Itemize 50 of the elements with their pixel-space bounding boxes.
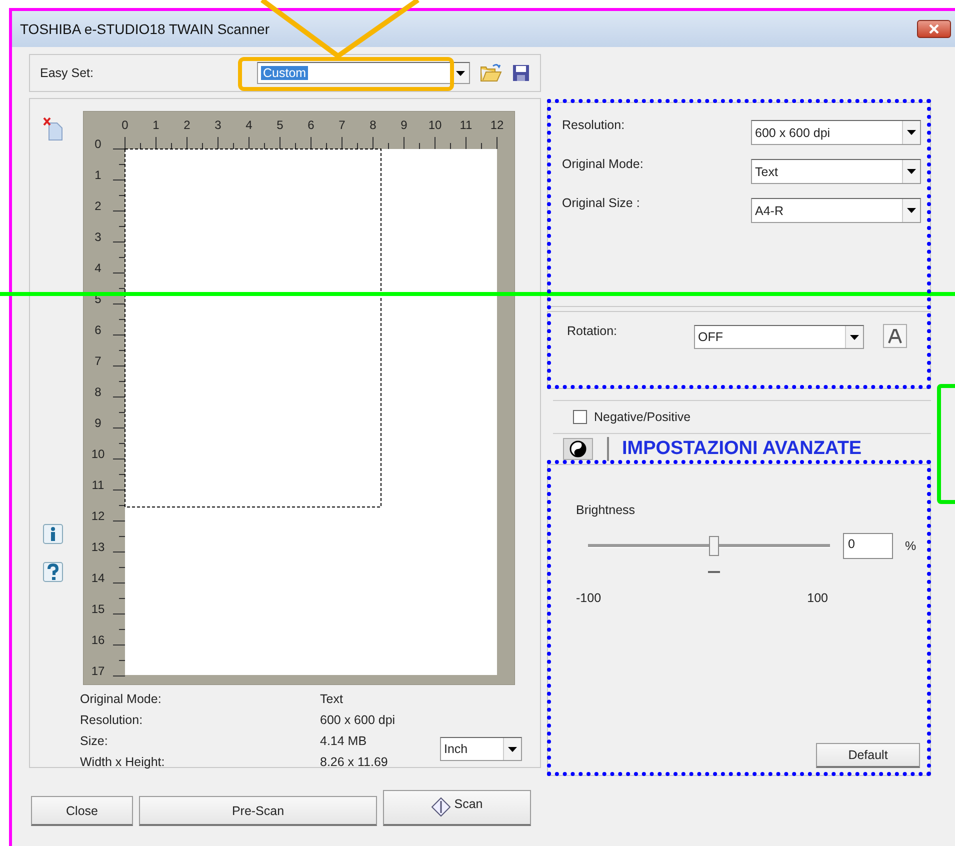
slider-min: -100 [576,591,602,605]
setting-label: Resolution: [562,118,625,132]
dialog-button[interactable]: Pre-Scan [139,796,377,826]
setting-dropdown[interactable]: Text [751,159,921,184]
dialog-button[interactable]: Close [31,796,133,826]
checkbox-label: Negative/Positive [594,410,691,424]
dropdown-arrow-icon [907,130,916,135]
font-button[interactable] [883,324,908,348]
dropdown-arrow-icon [850,334,860,340]
brightness-field[interactable]: 0 [843,533,893,559]
rotation-dropdown[interactable]: OFF [694,325,864,349]
setting-label: Original Size : [562,196,640,210]
easy-set-label: Easy Set: [40,66,94,80]
delete-page-icon[interactable] [42,117,64,141]
setting-dropdown[interactable]: 600 x 600 dpi [751,120,921,145]
save-icon[interactable] [512,64,530,82]
dropdown-arrow-icon [907,208,916,213]
checkbox[interactable] [573,410,587,424]
slider-thumb[interactable] [708,536,719,556]
setting-label: Original Mode: [562,157,644,171]
brightness-label: Brightness [576,503,636,517]
dropdown-arrow-icon [907,169,916,174]
default-button[interactable]: Default [816,743,920,768]
scan-button[interactable]: Scan [383,790,531,826]
unit-dropdown[interactable]: Inch [440,737,522,761]
info-value: 4.14 MB [320,733,368,750]
letter-a-icon [887,328,904,344]
folder-icon[interactable] [480,63,502,83]
info-label: Width x Height: [80,754,166,771]
close-icon [928,24,940,34]
info-value: 600 x 600 dpi [320,712,396,729]
info-value: 8.26 x 11.69 [320,754,389,771]
dropdown-arrow-icon [456,70,465,76]
slider-max: 100 [807,591,828,605]
info-icon[interactable] [42,524,62,544]
window-title: TOSHIBA e-STUDIO18 TWAIN Scanner [20,21,270,37]
info-value: Text [320,691,344,708]
percent-sign: % [905,539,916,553]
rotation-label: Rotation: [567,324,618,338]
tone-tab[interactable] [563,438,593,460]
info-label: Resolution: [80,712,144,729]
help-icon[interactable] [42,562,62,582]
close-button[interactable] [917,20,951,38]
annotation-text: IMPOSTAZIONI AVANZATE [622,438,862,460]
setting-dropdown[interactable]: A4-R [751,198,921,223]
diamond-icon [431,797,452,817]
info-label: Original Mode: [80,691,162,708]
easy-set-dropdown[interactable]: Custom [257,62,470,84]
info-label: Size: [80,733,109,750]
dropdown-arrow-icon [508,746,517,752]
